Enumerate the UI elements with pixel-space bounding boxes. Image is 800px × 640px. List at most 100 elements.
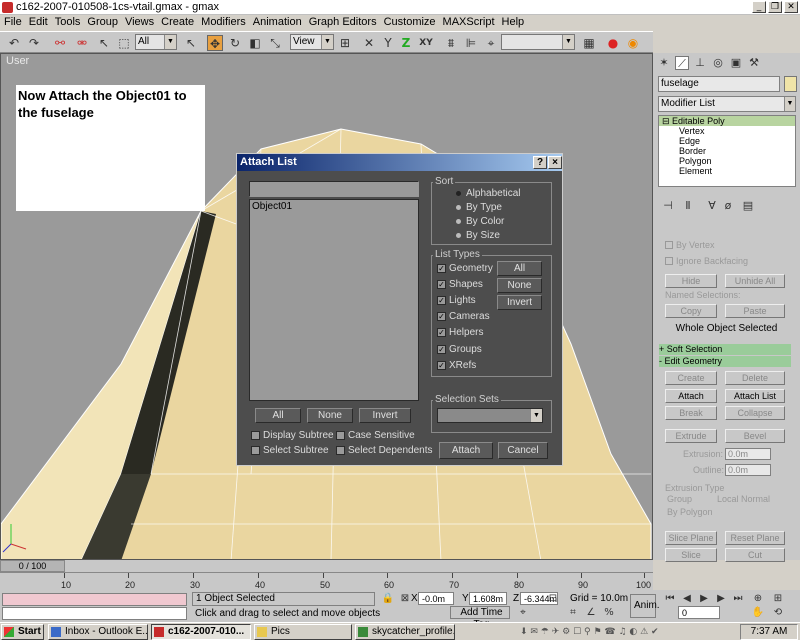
select-none-button[interactable]: None [307,408,353,423]
attach-button-panel[interactable]: Attach [665,389,717,403]
start-button[interactable]: Start [1,624,44,640]
menu-edit[interactable]: Edit [25,15,51,28]
xrefs-checkbox[interactable]: ✓ [437,361,446,370]
select-invert-button[interactable]: Invert [359,408,411,423]
geometry-checkbox[interactable]: ✓ [437,264,446,273]
select-region-icon[interactable]: ⬚ [116,35,132,51]
bevel-button[interactable]: Bevel [725,429,785,443]
configure-sets-icon[interactable]: ▤ [741,199,755,213]
remove-modifier-icon[interactable]: ø [721,199,735,213]
taskbar-item-skycatcher[interactable]: skycatcher_profile.... [355,624,455,640]
ignore-backfacing-checkbox[interactable] [665,257,673,265]
named-selection-dropdown[interactable]: ▼ [501,34,575,50]
motion-tab-icon[interactable]: ◎ [711,56,725,70]
y-coord-field[interactable]: 1.608m [469,592,507,605]
by-vertex-checkbox[interactable] [665,241,673,249]
pivot-center-icon[interactable]: ⊞ [337,35,353,51]
local-normal-radio-label[interactable]: Local Normal [717,494,770,504]
quick-render-icon[interactable]: ◉ [625,35,641,51]
restrict-xy-button[interactable]: XY [418,35,434,51]
time-slider-bar[interactable]: 0 / 100 [0,560,653,572]
selection-filter-dropdown[interactable]: All ▼ [135,34,177,50]
undo-icon[interactable]: ↶ [6,35,22,51]
paste-button[interactable]: Paste [725,304,785,318]
taskbar-item-outlook[interactable]: Inbox - Outlook E... [48,624,148,640]
make-unique-icon[interactable]: ∀ [705,199,719,213]
types-invert-button[interactable]: Invert [497,295,542,310]
menu-create[interactable]: Create [157,15,197,28]
restrict-z-icon[interactable]: Z [398,35,414,51]
dialog-help-button[interactable]: ? [533,156,547,169]
rotate-icon[interactable]: ↻ [227,35,243,51]
go-to-start-icon[interactable]: ⏮ [662,591,678,607]
by-polygon-radio-label[interactable]: By Polygon [667,507,713,517]
modify-tab-icon[interactable]: ⟋ [675,56,689,70]
collapse-button[interactable]: Collapse [725,406,785,420]
minimize-button[interactable]: _ [752,1,766,13]
pan-icon[interactable]: ✋ [750,605,766,621]
list-item[interactable]: Object01 [250,200,418,213]
sort-by-color-radio[interactable] [456,219,461,224]
create-tab-icon[interactable]: ✶ [657,56,671,70]
sort-by-type-radio[interactable] [456,205,461,210]
time-slider[interactable]: 0 / 100 [0,560,65,572]
menu-views[interactable]: Views [121,15,157,28]
go-to-end-icon[interactable]: ⏭ [730,591,746,607]
hide-button[interactable]: Hide [665,274,717,288]
percent-snap-icon[interactable]: % [601,605,617,621]
object-name-field[interactable]: fuselage [658,76,780,92]
scale-icon[interactable]: ◧ [247,35,263,51]
redo-icon[interactable]: ↷ [26,35,42,51]
add-time-tag-button[interactable]: Add Time Tag [450,606,510,630]
current-frame-field[interactable]: 0 [678,606,720,619]
menu-group[interactable]: Group [83,15,121,28]
menu-customize[interactable]: Customize [380,15,439,28]
stack-item-vertex[interactable]: Vertex [659,126,795,136]
stack-item-edge[interactable]: Edge [659,136,795,146]
pin-stack-icon[interactable]: ⊣ [661,199,675,213]
display-subtree-checkbox[interactable] [251,431,260,440]
viewport-label[interactable]: User [6,55,29,67]
menu-maxscript[interactable]: MAXScript [439,15,498,28]
group-radio-label[interactable]: Group [667,494,692,504]
maxscript-output-field[interactable] [2,607,187,620]
menu-file[interactable]: File [0,15,25,28]
stack-item-editable-poly[interactable]: ⊟ Editable Poly [659,116,795,126]
display-tab-icon[interactable]: ▣ [729,56,743,70]
slice-plane-button[interactable]: Slice Plane [665,531,717,545]
types-none-button[interactable]: None [497,278,542,293]
modifier-list-dropdown[interactable]: Modifier List ▼ [658,96,796,112]
hierarchy-tab-icon[interactable]: ⊥ [693,56,707,70]
delete-button[interactable]: Delete [725,371,785,385]
create-button[interactable]: Create [665,371,717,385]
degradation-icon[interactable]: ⊡ [545,591,561,607]
select-object-icon[interactable]: ↖ [183,35,199,51]
menu-graph-editors[interactable]: Graph Editors [305,15,380,28]
attach-button[interactable]: Attach [439,442,493,459]
move-icon[interactable]: ✥ [207,35,223,51]
select-arrow-icon[interactable]: ↖ [96,35,112,51]
lights-checkbox[interactable]: ✓ [437,296,446,305]
object-list[interactable]: Object01 [249,199,419,401]
reset-plane-button[interactable]: Reset Plane [725,531,785,545]
selection-sets-dropdown[interactable]: ▼ [437,408,543,423]
taskbar-item-gmax[interactable]: c162-2007-010... [151,624,251,640]
unhide-all-button[interactable]: Unhide All [725,274,785,288]
modifier-stack[interactable]: ⊟ Editable Poly Vertex Edge Border Polyg… [658,115,796,187]
show-end-result-icon[interactable]: Ⅱ [681,199,695,213]
select-subtree-checkbox[interactable] [251,446,260,455]
cut-button[interactable]: Cut [725,548,785,562]
render-icon[interactable]: ● [605,35,621,51]
sort-by-size-radio[interactable] [456,233,461,238]
maxscript-listener-field[interactable] [2,593,187,606]
sort-alphabetical-radio[interactable] [456,191,461,196]
edit-geometry-rollout[interactable]: - Edit Geometry [659,356,791,367]
stack-item-polygon[interactable]: Polygon [659,156,795,166]
case-sensitive-checkbox[interactable] [336,431,345,440]
extrude-button[interactable]: Extrude [665,429,717,443]
stack-item-element[interactable]: Element [659,166,795,176]
select-all-button[interactable]: All [255,408,301,423]
stack-item-border[interactable]: Border [659,146,795,156]
menu-animation[interactable]: Animation [249,15,305,28]
prev-frame-icon[interactable]: ◀ [679,591,695,607]
